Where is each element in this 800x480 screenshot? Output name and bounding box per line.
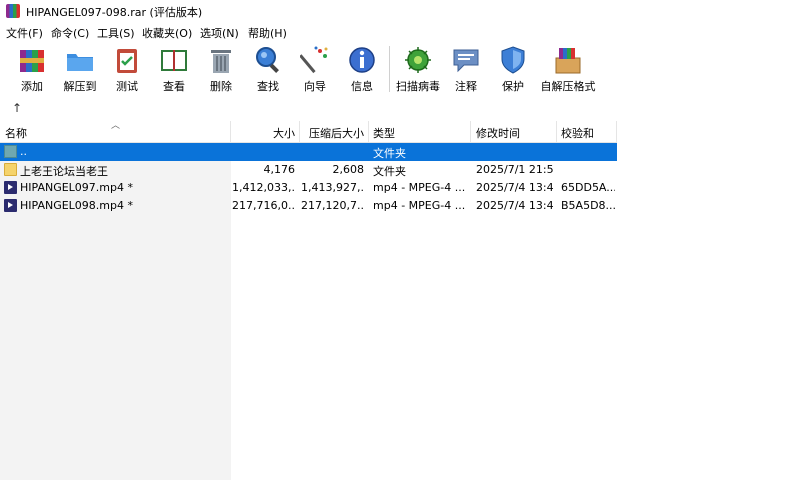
info-label: 信息 — [351, 80, 373, 93]
sfx-label: 自解压格式 — [540, 80, 596, 93]
column-name[interactable]: 名称 — [5, 125, 27, 141]
column-size[interactable]: 大小 — [232, 125, 295, 141]
table-row-parent[interactable]: .. 文件夹 — [0, 143, 617, 161]
table-row[interactable]: HIPANGEL098.mp4 * 217,716,0... 217,120,7… — [0, 197, 617, 215]
sort-ascending-icon: ︿ — [111, 121, 121, 131]
column-divider[interactable] — [470, 121, 471, 142]
menu-favorites[interactable]: 收藏夹(O) — [142, 25, 192, 41]
parent-folder-icon — [4, 145, 17, 158]
menu-commands[interactable]: 命令(C) — [51, 25, 89, 41]
column-divider[interactable] — [556, 121, 557, 142]
up-folder-button[interactable]: ↑ — [12, 101, 22, 115]
column-crc[interactable]: 校验和 — [561, 125, 594, 141]
row-packed: 1,413,927,... — [301, 181, 364, 194]
protect-label: 保护 — [502, 80, 524, 93]
row-type: 文件夹 — [373, 147, 406, 160]
row-packed: 2,608 — [332, 163, 365, 176]
add-button[interactable]: 添加 — [8, 42, 56, 96]
find-magnifier-icon — [256, 47, 279, 73]
row-packed: 217,120,7... — [301, 199, 364, 212]
column-divider[interactable] — [616, 121, 617, 142]
row-size: 217,716,0... — [232, 199, 295, 212]
sfx-button[interactable]: 自解压格式 — [541, 42, 596, 96]
delete-trash-icon — [211, 50, 231, 73]
row-type: 文件夹 — [373, 165, 406, 178]
row-modified: 2025/7/4 13:46 — [476, 181, 554, 194]
view-book-icon — [161, 50, 187, 71]
row-type: mp4 - MPEG-4 ... — [373, 199, 466, 212]
wizard-wand-icon — [300, 46, 328, 74]
file-list: ︿ 名称 大小 压缩后大小 类型 修改时间 校验和 .. 文件夹 上老王论坛当老… — [0, 121, 800, 480]
row-size: 4,176 — [263, 163, 296, 176]
add-archive-icon — [20, 50, 44, 72]
menu-help[interactable]: 帮助(H) — [248, 25, 287, 41]
title-bar: HIPANGEL097-098.rar (评估版本) — [0, 0, 800, 22]
row-modified: 2025/7/1 21:50 — [476, 163, 554, 176]
menu-tools[interactable]: 工具(S) — [97, 25, 135, 41]
folder-icon — [4, 163, 17, 176]
row-name: HIPANGEL098.mp4 * — [20, 199, 133, 212]
table-row[interactable]: 上老王论坛当老王 4,176 2,608 文件夹 2025/7/1 21:50 — [0, 161, 617, 179]
mp4-video-icon — [4, 199, 17, 212]
toolbar: 添加 解压到 测试 查看 删除 查找 向导 信息 扫描病毒 注释 保护 自解压格… — [0, 42, 800, 98]
table-row[interactable]: HIPANGEL097.mp4 * 1,412,033,... 1,413,92… — [0, 179, 617, 197]
protect-shield-icon — [501, 46, 525, 74]
row-crc: 65DD5A... — [561, 181, 615, 194]
protect-button[interactable]: 保护 — [489, 42, 537, 96]
column-packed-size[interactable]: 压缩后大小 — [301, 125, 364, 141]
row-crc: B5A5D8... — [561, 199, 615, 212]
column-divider[interactable] — [368, 121, 369, 142]
column-divider[interactable] — [299, 121, 300, 142]
sfx-box-icon — [555, 48, 581, 74]
column-divider[interactable] — [230, 121, 231, 142]
menu-bar: 文件(F) 命令(C) 工具(S) 收藏夹(O) 选项(N) 帮助(H) — [0, 22, 800, 42]
row-modified: 2025/7/4 13:43 — [476, 199, 554, 212]
row-name: .. — [20, 145, 27, 158]
column-type[interactable]: 类型 — [373, 125, 395, 141]
path-bar: ↑ — [0, 98, 800, 120]
menu-options[interactable]: 选项(N) — [200, 25, 239, 41]
column-modified[interactable]: 修改时间 — [476, 125, 520, 141]
info-icon — [349, 47, 375, 73]
info-button[interactable]: 信息 — [338, 42, 386, 96]
row-name: HIPANGEL097.mp4 * — [20, 181, 133, 194]
mp4-video-icon — [4, 181, 17, 194]
winrar-app-icon — [6, 4, 20, 18]
list-header: ︿ 名称 大小 压缩后大小 类型 修改时间 校验和 — [0, 121, 617, 143]
toolbar-separator — [389, 46, 390, 92]
row-size: 1,412,033,... — [232, 181, 295, 194]
test-clipboard-icon — [117, 49, 137, 73]
window-title: HIPANGEL097-098.rar (评估版本) — [26, 6, 203, 19]
row-type: mp4 - MPEG-4 ... — [373, 181, 466, 194]
virus-scan-icon — [405, 47, 431, 73]
extract-folder-icon — [67, 54, 93, 71]
menu-file[interactable]: 文件(F) — [6, 25, 43, 41]
scan-virus-button[interactable]: 扫描病毒 — [394, 42, 442, 96]
comment-bubble-icon — [453, 49, 479, 73]
row-name: 上老王论坛当老王 — [20, 165, 108, 178]
